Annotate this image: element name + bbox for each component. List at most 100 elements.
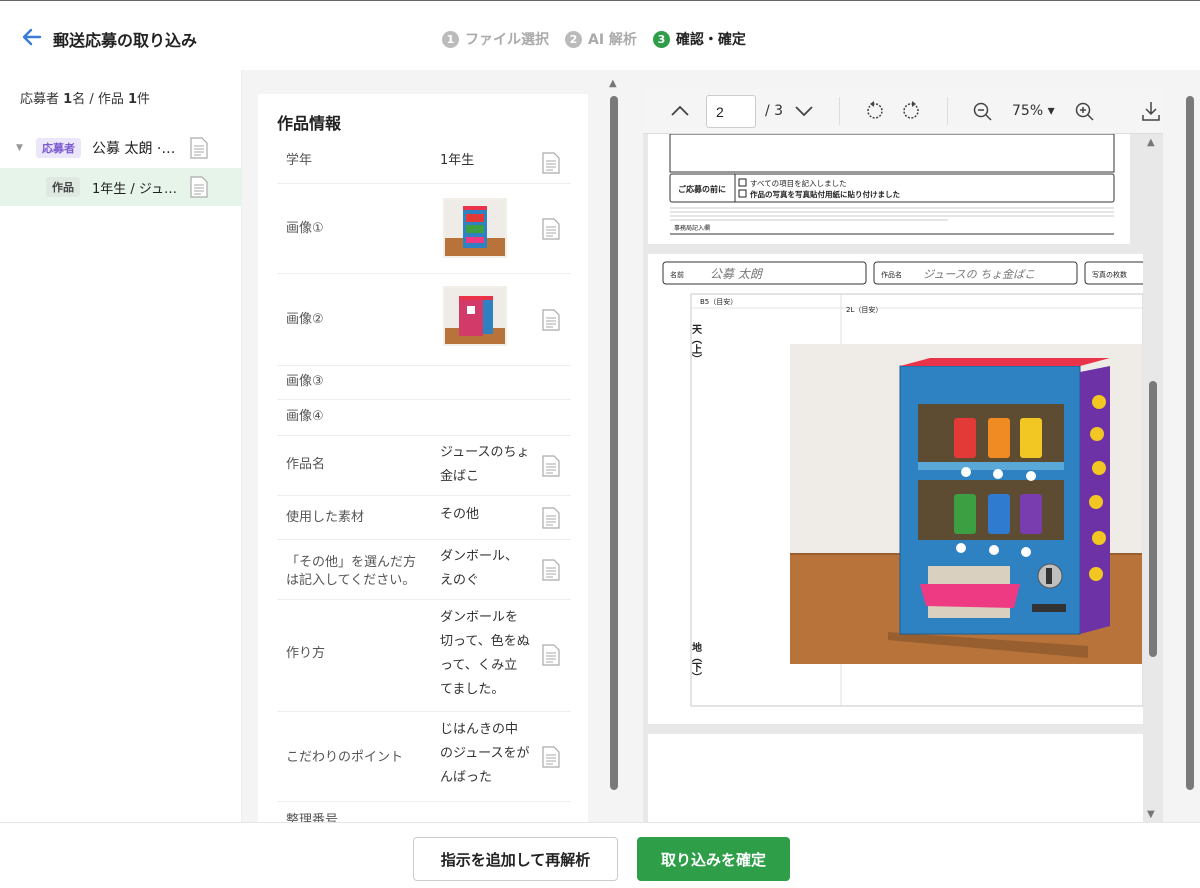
summary-text: 名 / 作品: [72, 92, 128, 107]
scroll-down-icon[interactable]: ▼: [1147, 809, 1155, 820]
field-value: ジュースのちょ金ばこ: [440, 445, 530, 484]
step-number: 3: [652, 30, 670, 48]
photo-form: 名前 公募 太朗 作品名 ジュースの ちょ金ばこ 写真の枚数 B5（目安） 2L…: [662, 261, 1146, 707]
applicant-count: 1: [63, 92, 73, 107]
field-value: その他: [440, 507, 480, 522]
header: 郵送応募の取り込み 1 ファイル選択 2 AI 解析 3 確認・確定: [0, 0, 1200, 70]
tree-item-applicant[interactable]: ▼ 応募者 公募 太朗 · ···: [0, 129, 242, 167]
work-count: 1: [127, 92, 138, 107]
field-label: 学年: [286, 153, 313, 168]
field-value: ダンボール、えのぐ: [440, 549, 519, 588]
chevron-down-icon[interactable]: [793, 100, 815, 122]
stepper: 1 ファイル選択 2 AI 解析 3 確認・確定: [442, 29, 746, 49]
scroll-up-icon[interactable]: ▲: [609, 78, 617, 89]
field-label: 画像④: [286, 409, 324, 424]
document-icon[interactable]: [542, 746, 560, 768]
form-label: 名前: [670, 270, 684, 279]
document-icon[interactable]: [190, 137, 208, 159]
footer: 指示を追加して再解析 取り込みを確定: [0, 822, 1200, 888]
applicant-tag: 応募者: [36, 138, 81, 158]
field-label: 画像①: [286, 221, 324, 236]
form-label: 作品名: [881, 270, 902, 279]
caret-down-icon[interactable]: ▼: [16, 143, 23, 153]
applicant-name: 公募 太朗 · ···: [92, 141, 178, 157]
document-icon[interactable]: [190, 176, 208, 198]
field-value: ダンボールを切って、色をぬって、くみ立てました。: [440, 610, 530, 697]
reanalyze-button[interactable]: 指示を追加して再解析: [413, 837, 618, 881]
divider: [947, 97, 948, 125]
zoom-out-icon[interactable]: [971, 100, 993, 122]
form-label: 2L（目安）: [846, 305, 882, 314]
summary-text: 件: [137, 92, 151, 107]
page-title: 郵送応募の取り込み: [53, 31, 198, 50]
page-number-input[interactable]: [706, 95, 756, 128]
scrollbar[interactable]: ▲: [608, 78, 620, 818]
viewer-scrollbar[interactable]: ▲ ▼: [1147, 137, 1159, 822]
field-label: 画像②: [286, 312, 324, 327]
step-label: 確認・確定: [675, 32, 746, 48]
field-list: 学年 1年生 画像① 画像② 画像③ 画像④ 作品名 ジュースのちょ金ばこ 使用した素材 その他「…: [277, 142, 571, 822]
field-row: 画像③: [277, 366, 571, 400]
document-icon[interactable]: [542, 309, 560, 331]
zoom-level[interactable]: 75% ▾: [1012, 103, 1055, 119]
document-icon[interactable]: [542, 455, 560, 477]
field-row: 作り方 ダンボールを切って、色をぬって、くみ立てました。: [277, 600, 571, 712]
image-thumbnail[interactable]: [443, 286, 507, 346]
field-label: 整理番号: [286, 813, 339, 822]
field-label: こだわりのポイント: [286, 750, 404, 765]
document-icon[interactable]: [542, 218, 560, 240]
scroll-thumb[interactable]: [1149, 381, 1157, 657]
work-label: 1年生 / ジュ…: [92, 181, 178, 197]
document-icon[interactable]: [542, 507, 560, 529]
step-number: 2: [565, 30, 582, 48]
document-icon[interactable]: [542, 644, 560, 666]
work-info-card: 作品情報 学年 1年生画像① 画像② 画像③ 画像④ 作品名 ジュースのちょ金ばこ使用した素…: [258, 94, 588, 822]
step-label: ファイル選択: [465, 32, 549, 48]
scroll-up-icon[interactable]: ▲: [1147, 137, 1155, 148]
download-icon[interactable]: [1140, 100, 1162, 122]
work-tag: 作品: [46, 177, 80, 197]
field-row: 整理番号: [277, 802, 571, 822]
zoom-in-icon[interactable]: [1073, 100, 1095, 122]
card-title: 作品情報: [277, 114, 342, 133]
field-row: 使用した素材 その他: [277, 496, 571, 540]
field-row: 「その他」を選んだ方は記入してください。 ダンボール、えのぐ: [277, 540, 571, 600]
document-page-1: ご応募の前に すべての項目を記入しました 作品の写真を写真貼付用紙に貼り付けまし…: [648, 133, 1130, 244]
step-file-select: 1 ファイル選択: [442, 29, 549, 49]
pdf-viewer: / 3 75% ▾ ご応募の前に すべての項目を記入しました 作品の写真を写真貼…: [643, 88, 1163, 822]
field-label: 作り方: [286, 646, 326, 661]
document-icon[interactable]: [542, 559, 560, 581]
field-row: 作品名 ジュースのちょ金ばこ: [277, 436, 571, 496]
rotate-right-icon[interactable]: [901, 100, 923, 122]
vending-machine-photo: [790, 344, 1142, 664]
step-number: 1: [442, 30, 459, 48]
viewer-toolbar: / 3 75% ▾: [643, 88, 1163, 134]
field-value: 1年生: [440, 153, 475, 168]
field-label: 作品名: [286, 457, 326, 472]
back-arrow-icon[interactable]: [20, 25, 44, 49]
scroll-thumb[interactable]: [610, 96, 618, 790]
rotate-left-icon[interactable]: [863, 100, 885, 122]
document-icon[interactable]: [542, 152, 560, 174]
field-row: こだわりのポイント じはんきの中のジュースをがんばった: [277, 712, 571, 802]
field-value: じはんきの中のジュースをがんばった: [440, 722, 530, 785]
chevron-up-icon[interactable]: [669, 100, 691, 122]
field-row: 画像②: [277, 274, 571, 366]
summary-text: 応募者: [20, 92, 64, 107]
image-thumbnail[interactable]: [443, 198, 507, 258]
form-top-section: ご応募の前に すべての項目を記入しました 作品の写真を写真貼付用紙に貼り付けまし…: [669, 133, 1115, 235]
step-confirm: 3 確認・確定: [652, 29, 746, 49]
handwritten-work-name: ジュースの ちょ金ばこ: [923, 268, 1035, 281]
field-label: 「その他」を選んだ方は記入してください。: [286, 555, 417, 588]
form-check-text: 作品の写真を写真貼付用紙に貼り付けました: [750, 189, 900, 199]
zoom-value: 75%: [1012, 103, 1044, 119]
scroll-thumb[interactable]: [1186, 96, 1194, 790]
field-label: 画像③: [286, 374, 324, 389]
confirm-import-button[interactable]: 取り込みを確定: [637, 837, 790, 881]
panel-scrollbar[interactable]: [1184, 78, 1196, 818]
divider: [839, 97, 840, 125]
summary-count: 応募者 1名 / 作品 1件: [20, 88, 150, 107]
tree-item-work[interactable]: 作品 1年生 / ジュ…: [0, 168, 242, 206]
form-check-text: すべての項目を記入しました: [750, 178, 847, 188]
form-label: B5（目安）: [700, 297, 737, 306]
